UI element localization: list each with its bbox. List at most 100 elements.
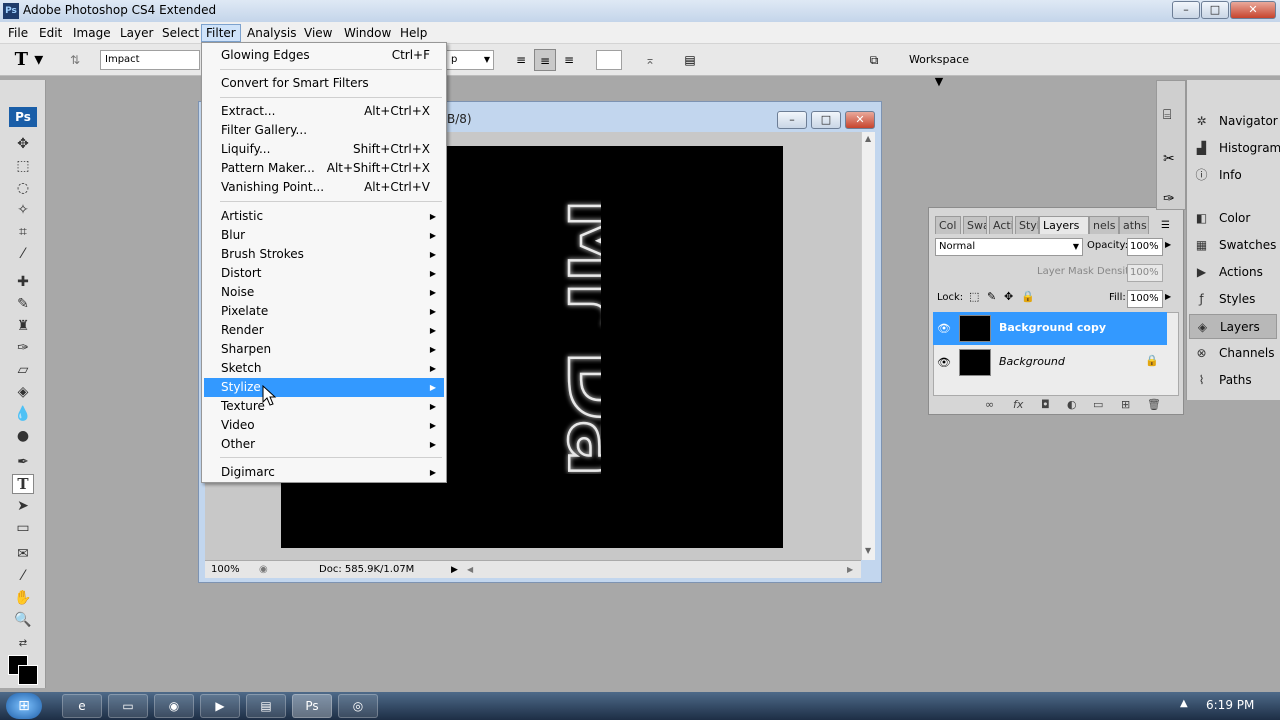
gradient-tool-icon[interactable]: ◈ [12, 382, 34, 402]
layer-row-background[interactable]: 👁 Background 🔒 [933, 346, 1167, 379]
dock-item-histogram[interactable]: ▟ Histogram [1189, 136, 1280, 161]
menu-filter[interactable]: Filter [201, 24, 241, 42]
lasso-tool-icon[interactable]: ◌ [12, 178, 34, 198]
menu-item-artistic[interactable]: Artistic ▶ [204, 207, 444, 226]
clone-stamp-tool-icon[interactable]: ♜ [12, 316, 34, 336]
magic-wand-tool-icon[interactable]: ✧ [12, 200, 34, 220]
media-player-icon[interactable]: ▶ [200, 694, 240, 718]
menu-item-extract[interactable]: Extract... Alt+Ctrl+X [204, 102, 444, 121]
camtasia-icon[interactable]: ◎ [338, 694, 378, 718]
layer-row-background-copy[interactable]: 👁 Background copy [933, 312, 1167, 345]
layer-style-icon[interactable]: fx [1013, 398, 1023, 411]
status-menu-icon[interactable]: ◉ [259, 561, 268, 579]
hscroll-left-icon[interactable]: ◀ [467, 561, 473, 579]
link-layers-icon[interactable]: ∞ [985, 398, 994, 411]
menu-help[interactable]: Help [396, 24, 431, 42]
zoom-tool-icon[interactable]: 🔍 [12, 610, 34, 630]
minimize-button[interactable]: – [1172, 1, 1200, 19]
menu-item-vanishing-point[interactable]: Vanishing Point... Alt+Ctrl+V [204, 178, 444, 197]
menu-item-liquify[interactable]: Liquify... Shift+Ctrl+X [204, 140, 444, 159]
visibility-eye-icon[interactable]: 👁 [937, 356, 951, 369]
healing-brush-tool-icon[interactable]: ✚ [12, 272, 34, 292]
doc-minimize-button[interactable]: – [777, 111, 807, 129]
notes-tool-icon[interactable]: ✉ [12, 544, 34, 564]
doc-maximize-button[interactable]: □ [811, 111, 841, 129]
menu-image[interactable]: Image [69, 24, 115, 42]
menu-item-glowing-edges[interactable]: Glowing Edges Ctrl+F [204, 46, 444, 65]
text-color-swatch[interactable] [596, 50, 622, 70]
dock-item-layers[interactable]: ◈ Layers [1189, 314, 1277, 339]
tab-actions[interactable]: Acti [989, 216, 1013, 234]
workspace-dropdown[interactable]: Workspace ▼ [904, 49, 974, 88]
menu-item-sharpen[interactable]: Sharpen ▶ [204, 340, 444, 359]
photoshop-taskbar-icon[interactable]: Ps [292, 694, 332, 718]
adjustment-layer-icon[interactable]: ◐ [1067, 398, 1077, 411]
color-sampler-tool-icon[interactable]: ⁄ [12, 566, 34, 586]
tools-icon[interactable]: ✂ [1163, 151, 1175, 167]
menu-item-noise[interactable]: Noise ▶ [204, 283, 444, 302]
menu-window[interactable]: Window [340, 24, 395, 42]
align-right-icon[interactable]: ≡ [560, 49, 578, 71]
tab-styles[interactable]: Styl [1015, 216, 1039, 234]
lock-image-icon[interactable]: ✎ [987, 290, 996, 303]
rectangle-tool-icon[interactable]: ▭ [12, 518, 34, 538]
warp-text-icon[interactable]: ⌅ [640, 49, 660, 71]
tab-channels[interactable]: nels [1089, 216, 1119, 234]
background-color-swatch[interactable] [18, 665, 38, 685]
menu-item-convert-smart-filters[interactable]: Convert for Smart Filters [204, 74, 444, 93]
pen-tool-icon[interactable]: ✒ [12, 452, 34, 472]
firefox-icon[interactable]: ◉ [154, 694, 194, 718]
move-tool-icon[interactable]: ✥ [12, 134, 34, 154]
tab-layers[interactable]: Layers × [1039, 216, 1089, 234]
tool-presets-icon[interactable]: ⌸ [1163, 107, 1171, 123]
font-style-field[interactable]: p ▼ [446, 50, 494, 70]
align-center-icon[interactable]: ≡ [534, 49, 556, 71]
history-brush-tool-icon[interactable]: ✑ [12, 338, 34, 358]
menu-item-render[interactable]: Render ▶ [204, 321, 444, 340]
delete-layer-icon[interactable]: 🗑 [1147, 398, 1161, 411]
brushes-icon[interactable]: ✑ [1163, 191, 1175, 207]
menu-item-other[interactable]: Other ▶ [204, 435, 444, 454]
menu-item-pixelate[interactable]: Pixelate ▶ [204, 302, 444, 321]
tab-swatches[interactable]: Swa [963, 216, 987, 234]
eyedropper-tool-icon[interactable]: ⁄ [12, 244, 34, 264]
path-selection-tool-icon[interactable]: ➤ [12, 496, 34, 516]
lock-position-icon[interactable]: ✥ [1004, 290, 1013, 303]
menu-item-blur[interactable]: Blur ▶ [204, 226, 444, 245]
internet-explorer-icon[interactable]: e [62, 694, 102, 718]
dock-item-swatches[interactable]: ▦ Swatches [1189, 233, 1277, 258]
menu-item-video[interactable]: Video ▶ [204, 416, 444, 435]
swap-colors-icon[interactable]: ⇄ [12, 634, 34, 654]
dodge-tool-icon[interactable]: ● [12, 426, 34, 446]
menu-item-pattern-maker[interactable]: Pattern Maker... Alt+Shift+Ctrl+X [204, 159, 444, 178]
clock[interactable]: 6:19 PM [1206, 698, 1254, 712]
new-layer-icon[interactable]: ⊞ [1121, 398, 1130, 411]
menu-item-sketch[interactable]: Sketch ▶ [204, 359, 444, 378]
dock-item-styles[interactable]: ƒ Styles [1189, 287, 1277, 312]
menu-analysis[interactable]: Analysis [243, 24, 300, 42]
fill-input[interactable]: 100% [1127, 290, 1163, 308]
opacity-slider-arrow-icon[interactable]: ▶ [1165, 240, 1171, 249]
panel-menu-icon[interactable]: ☰ [1161, 220, 1170, 231]
character-panel-icon[interactable]: ▤ [680, 49, 700, 71]
lock-transparent-icon[interactable]: ⬚ [969, 290, 979, 303]
text-orientation-icon[interactable]: ⇅ [64, 49, 86, 71]
eraser-tool-icon[interactable]: ▱ [12, 360, 34, 380]
marquee-tool-icon[interactable]: ⬚ [12, 156, 34, 176]
menu-item-distort[interactable]: Distort ▶ [204, 264, 444, 283]
doc-close-button[interactable]: ✕ [845, 111, 875, 129]
bridge-icon[interactable]: ⧉ [862, 49, 886, 71]
type-tool-icon[interactable]: T [12, 474, 34, 494]
menu-edit[interactable]: Edit [35, 24, 66, 42]
menu-item-digimarc[interactable]: Digimarc ▶ [204, 463, 444, 482]
maximize-button[interactable]: □ [1201, 1, 1229, 19]
menu-select[interactable]: Select [158, 24, 203, 42]
menu-item-stylize[interactable]: Stylize ▶ [204, 378, 444, 397]
hscroll-right-icon[interactable]: ▶ [847, 561, 853, 579]
file-explorer-icon[interactable]: ▭ [108, 694, 148, 718]
status-expand-arrow-icon[interactable]: ▶ [451, 561, 458, 579]
dock-item-paths[interactable]: ⌇ Paths [1189, 368, 1277, 393]
menu-item-filter-gallery[interactable]: Filter Gallery... [204, 121, 444, 140]
fill-slider-arrow-icon[interactable]: ▶ [1165, 292, 1171, 301]
menu-item-brush-strokes[interactable]: Brush Strokes ▶ [204, 245, 444, 264]
